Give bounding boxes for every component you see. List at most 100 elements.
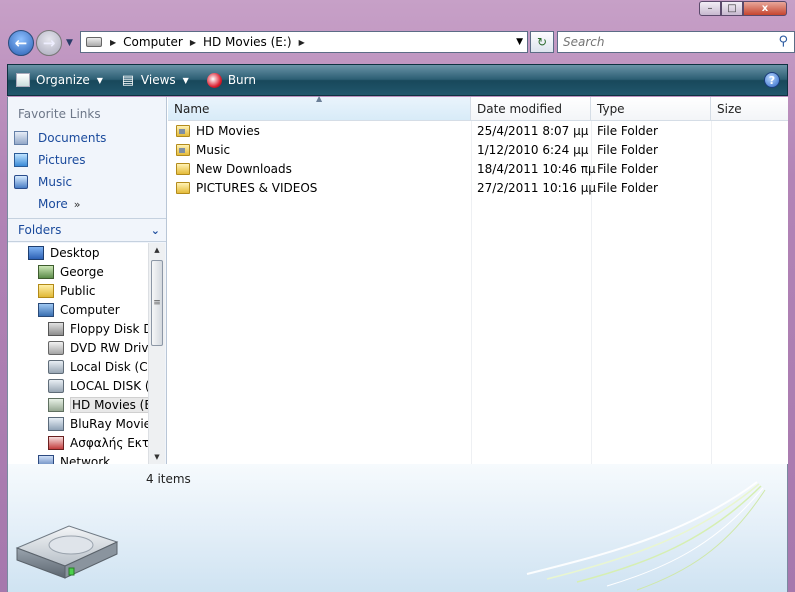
search-icon[interactable]: ⚲ — [778, 34, 788, 49]
user-folder-icon — [38, 264, 54, 279]
file-list: ▲ Name Date modified Type Size HD Movies… — [168, 94, 788, 464]
folder-icon — [176, 163, 190, 175]
table-row[interactable]: Music 1/12/2010 6:24 μμ File Folder — [168, 140, 788, 159]
organize-label: Organize — [36, 73, 90, 87]
sort-ascending-icon: ▲ — [316, 94, 323, 103]
scroll-thumb[interactable]: ≡ — [151, 260, 163, 346]
hd-drive-icon — [48, 397, 64, 412]
tree-item-network[interactable]: Network — [38, 452, 110, 464]
documents-icon — [14, 131, 28, 145]
floppy-icon — [48, 321, 64, 336]
search-box[interactable]: ⚲ — [557, 31, 795, 53]
back-arrow-icon: ← — [14, 34, 28, 52]
favorite-link-pictures[interactable]: Pictures — [14, 153, 86, 167]
more-label: More — [38, 197, 68, 211]
network-icon — [38, 454, 54, 464]
pictures-icon — [14, 153, 28, 167]
crumb-separator-icon[interactable]: ▶ — [110, 38, 116, 47]
scroll-up-icon[interactable]: ▲ — [149, 243, 165, 257]
folder-icon — [176, 182, 190, 194]
favorite-link-music[interactable]: Music — [14, 175, 72, 189]
decorative-swoosh — [526, 481, 766, 591]
favorite-link-label: Documents — [38, 131, 107, 145]
scroll-down-icon[interactable]: ▼ — [149, 450, 165, 464]
views-button[interactable]: ▤ Views ▼ — [121, 72, 189, 88]
organize-button[interactable]: Organize ▼ — [16, 73, 103, 87]
table-row[interactable]: PICTURES & VIDEOS 27/2/2011 10:16 μμ Fil… — [168, 178, 788, 197]
tree-item-computer[interactable]: Computer — [38, 300, 120, 319]
burn-icon — [206, 72, 222, 88]
forward-arrow-icon: → — [42, 34, 56, 52]
folders-header[interactable]: Folders ⌄ — [8, 218, 166, 242]
tree-scrollbar[interactable]: ▲ ≡ ▼ — [148, 243, 165, 464]
tree-item-local-disk-d[interactable]: LOCAL DISK (D:) — [48, 376, 148, 395]
local-disk-icon — [48, 359, 64, 374]
address-dropdown-icon[interactable]: ▼ — [516, 37, 523, 47]
favorite-link-label: Music — [38, 175, 73, 189]
chevron-down-icon: ▼ — [96, 75, 103, 85]
column-header-name[interactable]: ▲ Name — [168, 94, 471, 121]
navigation-bar: ← → ▼ ▶ Computer ▶ HD Movies (E:) ▶ ▼ ↻ … — [8, 28, 795, 58]
burn-button[interactable]: Burn — [206, 72, 256, 88]
tree-item-george[interactable]: George — [38, 262, 104, 281]
crumb-separator-icon[interactable]: ▶ — [190, 38, 196, 47]
tree-item-desktop[interactable]: Desktop — [28, 243, 100, 262]
refresh-icon: ↻ — [536, 35, 548, 49]
address-bar[interactable]: ▶ Computer ▶ HD Movies (E:) ▶ ▼ — [80, 31, 528, 53]
bluray-drive-icon — [48, 416, 64, 431]
tree-item-local-disk-c[interactable]: Local Disk (C:) — [48, 357, 148, 376]
column-header-type[interactable]: Type — [591, 97, 711, 121]
navigation-pane: Favorite Links Documents Pictures Music … — [8, 97, 167, 464]
favorite-links-title: Favorite Links — [18, 107, 101, 121]
organize-icon — [16, 73, 30, 87]
maximize-button[interactable]: □ — [721, 1, 743, 16]
favorite-link-label: Pictures — [38, 153, 86, 167]
drive-icon — [86, 37, 102, 47]
folders-title: Folders — [18, 223, 62, 237]
favorite-link-documents[interactable]: Documents — [14, 131, 106, 145]
folder-icon — [176, 144, 190, 156]
search-input[interactable] — [563, 35, 763, 49]
views-label: Views — [140, 73, 176, 87]
desktop-icon — [28, 245, 44, 260]
folder-tree: Desktop George Public Computer Floppy Di… — [8, 243, 148, 464]
folder-icon — [38, 283, 54, 298]
tree-item-floppy[interactable]: Floppy Disk Drive (A:) — [48, 319, 148, 338]
column-header-date[interactable]: Date modified — [471, 97, 591, 121]
tree-item-safe[interactable]: Ασφαλής Εκτέλεση — [48, 433, 148, 452]
tree-item-hd-movies[interactable]: HD Movies (E:) — [48, 395, 148, 414]
recent-pages-dropdown[interactable]: ▼ — [66, 38, 73, 48]
dvd-drive-icon — [48, 340, 64, 355]
details-pane: 4 items — [7, 464, 788, 592]
back-button[interactable]: ← — [8, 30, 34, 56]
help-button[interactable]: ? — [764, 72, 780, 88]
crumb-separator-icon[interactable]: ▶ — [299, 38, 305, 47]
tree-item-dvd[interactable]: DVD RW Drive (D:) — [48, 338, 148, 357]
computer-icon — [38, 302, 54, 317]
close-button[interactable]: x — [743, 1, 787, 16]
column-header-size[interactable]: Size — [711, 97, 788, 121]
caption-buttons: – □ x — [699, 1, 787, 16]
music-icon — [14, 175, 28, 189]
views-icon: ▤ — [121, 72, 135, 88]
more-links-button[interactable]: More » — [38, 197, 80, 211]
minimize-button[interactable]: – — [699, 1, 721, 16]
explorer-body: Favorite Links Documents Pictures Music … — [7, 94, 788, 464]
hard-drive-icon — [15, 525, 119, 579]
disk-icon — [48, 378, 64, 393]
double-chevron-icon: » — [73, 198, 81, 211]
safe-icon — [48, 435, 64, 450]
folder-icon — [176, 125, 190, 137]
command-toolbar: Organize ▼ ▤ Views ▼ Burn ? — [7, 64, 788, 96]
item-count: 4 items — [146, 472, 191, 486]
breadcrumb-computer[interactable]: Computer — [123, 35, 183, 49]
tree-item-public[interactable]: Public — [38, 281, 96, 300]
table-row[interactable]: New Downloads 18/4/2011 10:46 πμ File Fo… — [168, 159, 788, 178]
burn-label: Burn — [227, 73, 256, 87]
tree-item-bluray[interactable]: BluRay Movies — [48, 414, 148, 433]
breadcrumb-hd-movies[interactable]: HD Movies (E:) — [203, 35, 292, 49]
chevron-down-icon: ⌄ — [150, 223, 160, 237]
forward-button[interactable]: → — [36, 30, 62, 56]
refresh-button[interactable]: ↻ — [530, 31, 554, 53]
table-row[interactable]: HD Movies 25/4/2011 8:07 μμ File Folder — [168, 121, 788, 140]
